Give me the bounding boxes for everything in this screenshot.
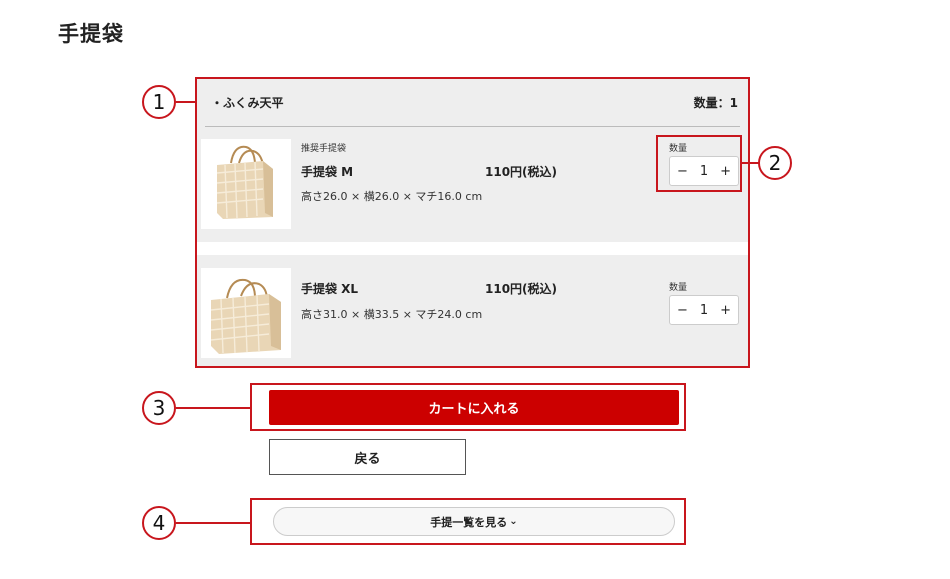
page-title: 手提袋 [58,22,124,46]
product-price: 110円(税込) [485,165,558,179]
divider [205,126,740,127]
callout-marker-4: 4 [142,506,176,540]
plus-icon[interactable]: + [720,303,731,318]
quantity-total: 数量：1 [693,96,738,110]
cart-item-panel: ・ふくみ天平 数量：1 推奨手提袋 手提袋 M 110円(税込) 高さ26.0 … [195,77,750,368]
callout-line-4 [176,522,251,524]
callout-marker-3: 3 [142,391,176,425]
product-size: 高さ26.0 × 横26.0 × マチ16.0 cm [301,190,483,203]
view-bag-list-label: 手提一覧を見る [430,515,508,529]
minus-icon[interactable]: − [677,303,688,318]
back-button[interactable]: 戻る [269,439,466,475]
callout-line-3 [176,407,251,409]
callout-marker-2: 2 [758,146,792,180]
paper-bag-icon [201,139,291,229]
paper-bag-icon [201,268,291,358]
quantity-value[interactable]: 1 [700,303,708,318]
chevron-down-icon: ⌄ [509,516,518,527]
product-price: 110円(税込) [485,282,558,296]
view-bag-list-button[interactable]: 手提一覧を見る ⌄ [273,507,675,536]
callout-line-2 [742,162,759,164]
product-name: 手提袋 XL [301,282,359,296]
quantity-stepper[interactable]: − 1 + [669,295,739,325]
product-size: 高さ31.0 × 横33.5 × マチ24.0 cm [301,308,483,321]
shop-name: ・ふくみ天平 [211,96,284,110]
product-row-xl: 手提袋 XL 110円(税込) 高さ31.0 × 横33.5 × マチ24.0 … [197,268,748,368]
callout-line-1 [176,101,196,103]
product-category: 推奨手提袋 [301,144,347,154]
quantity-label: 数量 [669,283,688,293]
add-to-cart-button[interactable]: カートに入れる [269,390,679,425]
row-separator [197,242,748,255]
callout-box-2 [656,135,742,192]
callout-marker-1: 1 [142,85,176,119]
product-name: 手提袋 M [301,165,354,179]
